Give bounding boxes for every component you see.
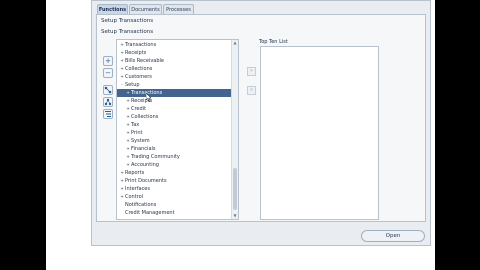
expand-tree-icon bbox=[104, 98, 112, 106]
top-ten-list[interactable] bbox=[260, 46, 379, 220]
tree-item-label: Tax bbox=[131, 122, 140, 128]
scroll-up-icon[interactable]: ▲ bbox=[232, 40, 238, 46]
tree-item-label: Financials bbox=[131, 146, 156, 152]
tree-item-label: Print bbox=[131, 130, 143, 136]
tree-item-label: Print Documents bbox=[125, 178, 167, 184]
tree-item-control[interactable]: +Control bbox=[117, 193, 232, 201]
tree-item-label: Control bbox=[125, 194, 144, 200]
tree-item-interfaces[interactable]: +Interfaces bbox=[117, 185, 232, 193]
tree-item-label: Credit bbox=[131, 106, 147, 112]
tree-item-label: Trading Community bbox=[131, 154, 180, 160]
tree-item-label: System bbox=[131, 138, 150, 144]
application-page: Functions Documents Processes Setup Tran… bbox=[46, 0, 435, 270]
tree-item-label: Transactions bbox=[125, 42, 157, 48]
move-left-button[interactable]: « bbox=[247, 86, 256, 95]
remove-from-list-button[interactable]: − bbox=[103, 68, 113, 78]
expand-branch-button[interactable] bbox=[103, 97, 113, 107]
tree-item-collections[interactable]: +Collections bbox=[117, 65, 232, 73]
tree-item-print-documents[interactable]: +Print Documents bbox=[117, 177, 232, 185]
move-right-button[interactable]: » bbox=[247, 67, 256, 76]
panel-subtitle: Setup Transactions bbox=[101, 29, 154, 35]
scroll-down-icon[interactable]: ▼ bbox=[232, 213, 238, 219]
tree-item-setup-transactions[interactable]: +Transactions bbox=[117, 89, 232, 97]
tree-item-bills-receivable[interactable]: +Bills Receivable bbox=[117, 57, 232, 65]
tree-item-receipts[interactable]: +Receipts bbox=[117, 49, 232, 57]
add-to-list-button[interactable]: + bbox=[103, 56, 113, 66]
tab-functions[interactable]: Functions bbox=[97, 4, 128, 14]
tree-item-label: Accounting bbox=[131, 162, 159, 168]
functions-panel: Setup Transactions Setup Transactions + … bbox=[96, 14, 426, 222]
collapse-tree-icon bbox=[105, 111, 111, 117]
navigator-dialog: Functions Documents Processes Setup Tran… bbox=[91, 0, 431, 246]
scrollbar-thumb[interactable] bbox=[233, 168, 237, 210]
tree-item-transactions[interactable]: +Transactions bbox=[117, 41, 232, 49]
tab-processes[interactable]: Processes bbox=[163, 4, 194, 14]
tree-item-customers[interactable]: +Customers bbox=[117, 73, 232, 81]
tree-item-label: Notifications bbox=[125, 202, 157, 208]
tree-item-label: Receipts bbox=[125, 50, 147, 56]
tree-item-setup-collections[interactable]: +Collections bbox=[117, 113, 232, 121]
tree-item-label: Interfaces bbox=[125, 186, 150, 192]
plus-icon: + bbox=[105, 57, 111, 65]
tree-item-credit-management[interactable]: Credit Management bbox=[117, 209, 232, 217]
tree-item-notifications[interactable]: Notifications bbox=[117, 201, 232, 209]
functions-tree[interactable]: +Transactions +Receipts +Bills Receivabl… bbox=[116, 39, 239, 220]
collapse-all-button[interactable] bbox=[103, 109, 113, 119]
tree-item-label: Collections bbox=[125, 66, 153, 72]
tree-scrollbar[interactable]: ▲ ▼ bbox=[231, 40, 238, 219]
tree-item-setup-receipts[interactable]: +Receipts bbox=[117, 97, 232, 105]
tree-item-setup[interactable]: - Setup bbox=[117, 81, 232, 89]
expand-all-button[interactable] bbox=[103, 85, 113, 95]
right-letterbox bbox=[435, 0, 480, 270]
left-letterbox bbox=[0, 0, 46, 270]
expand-branch-icon bbox=[104, 86, 112, 94]
top-ten-label: Top Ten List bbox=[259, 39, 288, 45]
mouse-cursor-icon bbox=[146, 93, 152, 102]
tree-item-reports[interactable]: +Reports bbox=[117, 169, 232, 177]
tree-item-setup-financials[interactable]: +Financials bbox=[117, 145, 232, 153]
minus-icon: − bbox=[105, 69, 111, 77]
panel-title: Setup Transactions bbox=[101, 18, 154, 24]
double-chevron-right-icon: » bbox=[249, 68, 254, 74]
tree-item-setup-tax[interactable]: +Tax bbox=[117, 121, 232, 129]
tree-item-label: Customers bbox=[125, 74, 152, 80]
tree-item-label: Credit Management bbox=[125, 210, 175, 216]
tree-item-setup-accounting[interactable]: +Accounting bbox=[117, 161, 232, 169]
double-chevron-left-icon: « bbox=[249, 87, 254, 93]
tree-item-setup-credit[interactable]: +Credit bbox=[117, 105, 232, 113]
tree-item-setup-print[interactable]: +Print bbox=[117, 129, 232, 137]
tree-item-label: Reports bbox=[125, 170, 145, 176]
open-button[interactable]: Open bbox=[361, 230, 425, 242]
tree-item-label: Setup bbox=[125, 82, 140, 88]
tree-item-label: Bills Receivable bbox=[125, 58, 164, 64]
tree-item-label: Collections bbox=[131, 114, 159, 120]
tree-item-setup-system[interactable]: +System bbox=[117, 137, 232, 145]
tab-documents[interactable]: Documents bbox=[129, 4, 162, 14]
tree-item-setup-trading-community[interactable]: +Trading Community bbox=[117, 153, 232, 161]
